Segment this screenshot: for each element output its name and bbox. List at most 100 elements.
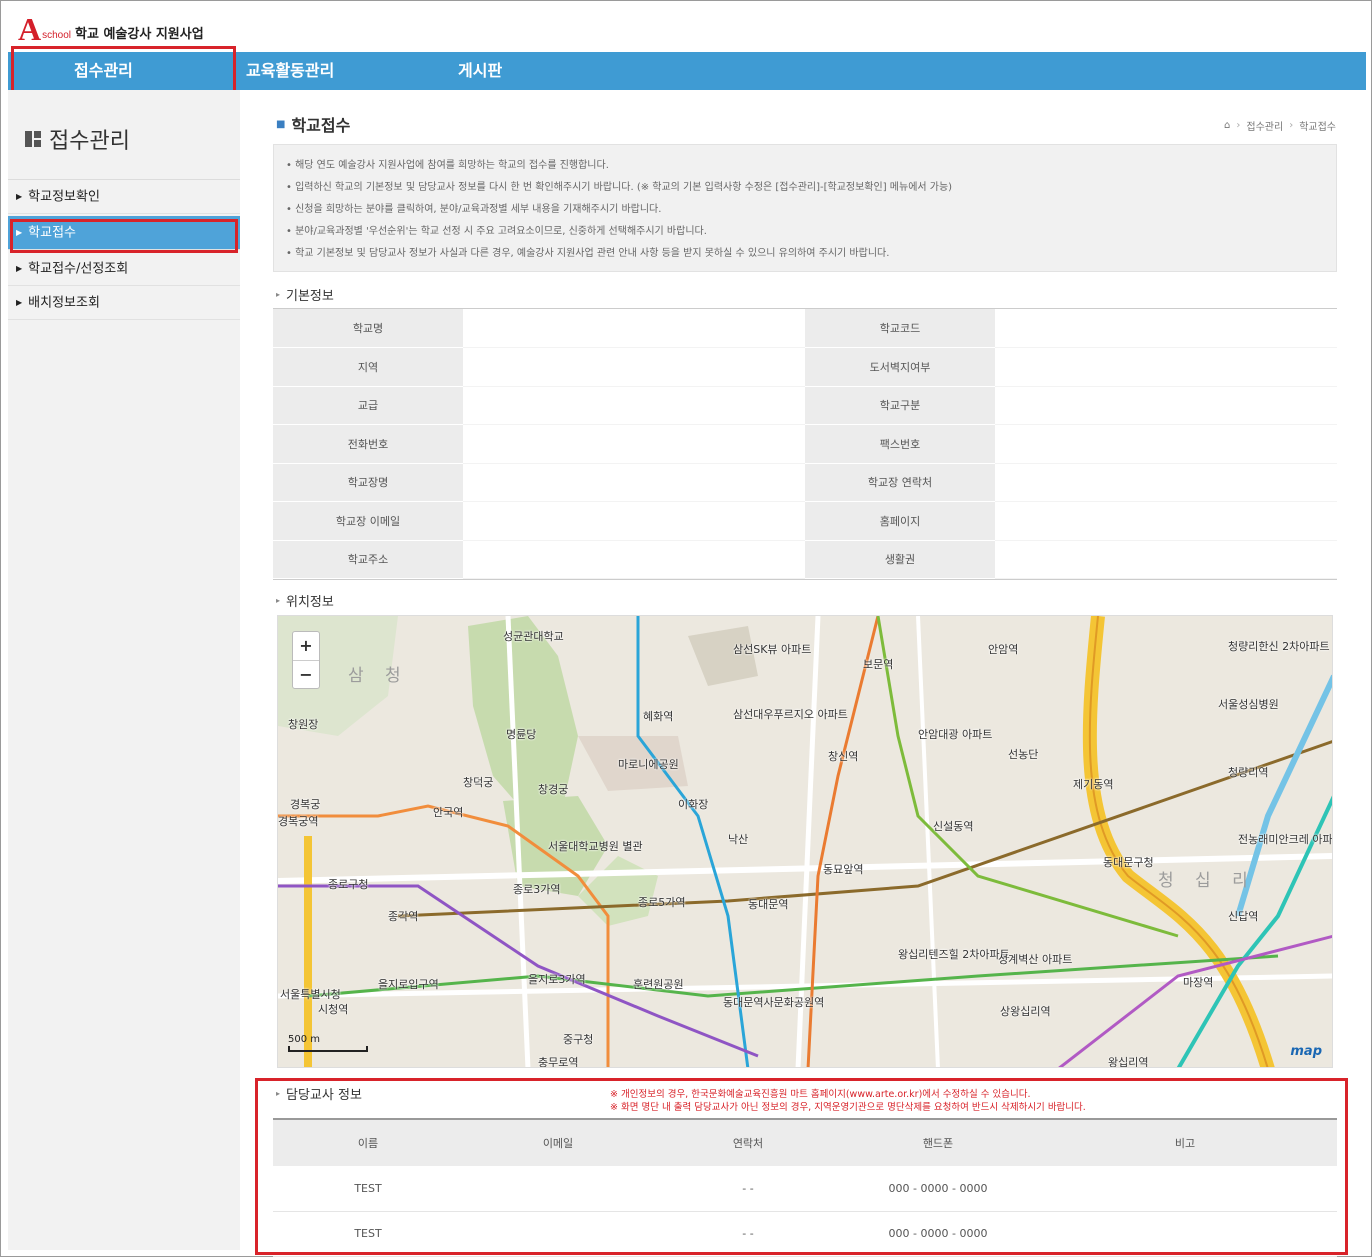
sidebar-item-receipt-lookup[interactable]: ▶ 학교접수/선정조회	[8, 252, 240, 286]
field-value	[463, 501, 805, 541]
map-place-label: 혜화역	[643, 710, 674, 723]
map-place-label: 종로5가역	[638, 896, 686, 909]
map-place-label: 충무로역	[538, 1056, 579, 1068]
section-heading: 담당교사 정보	[286, 1088, 362, 1103]
nav-tab-board[interactable]: 게시판	[458, 52, 502, 90]
map-place-label: 삼선대우푸르지오 아파트	[733, 708, 848, 721]
field-label: 홈페이지	[805, 501, 995, 541]
map-place-label: 서울특별시청	[280, 988, 341, 1001]
table-cell: - -	[653, 1211, 843, 1257]
map-place-label: 상왕십리역	[1000, 1005, 1051, 1018]
basic-info-row: 전화번호 팩스번호	[273, 424, 1337, 464]
logo-title: 학교 예술강사 지원사업	[75, 27, 204, 42]
field-value	[463, 424, 805, 464]
sidebar-item-label: 학교접수/선정조회	[28, 261, 129, 277]
map-place-label: 창경궁	[538, 783, 569, 796]
notice-item: 해당 연도 예술강사 지원사업에 참여를 희망하는 학교의 접수를 진행합니다.	[286, 155, 1324, 177]
field-label: 생활권	[805, 540, 995, 579]
table-cell: 000 - 0000 - 0000	[843, 1166, 1033, 1212]
section-basic-info: ▸ 기본정보	[276, 285, 334, 304]
section-heading: 위치정보	[286, 595, 334, 610]
basic-info-row: 학교장명 학교장 연락처	[273, 463, 1337, 502]
map-place-label: 삼선SK뷰 아파트	[733, 643, 812, 656]
basic-info-row: 지역 도서벽지여부	[273, 347, 1337, 387]
map-place-label: 선농단	[1008, 748, 1039, 761]
field-label: 학교코드	[805, 309, 995, 348]
map-zoom-control: + −	[292, 631, 320, 689]
breadcrumb-item[interactable]: 접수관리	[1246, 118, 1283, 133]
field-value	[463, 309, 805, 348]
table-cell: TEST	[273, 1211, 463, 1257]
map-place-label: 종각역	[388, 910, 419, 923]
page-title-text: 학교접수	[291, 116, 351, 135]
breadcrumb: ⌂ › 접수관리 › 학교접수	[1224, 118, 1336, 133]
col-header: 이메일	[463, 1120, 653, 1166]
map-place-label: 동대문구청	[1103, 856, 1154, 869]
teacher-notes: ※ 개인정보의 경우, 한국문화예술교육진흥원 마트 홈페이지(www.arte…	[610, 1088, 1086, 1114]
arrow-right-icon: ▸	[276, 1089, 281, 1098]
teacher-note: ※ 화면 명단 내 출력 담당교사가 아닌 정보의 경우, 지역운영기관으로 명…	[610, 1102, 1086, 1113]
map-place-label: 경복궁	[290, 798, 321, 811]
teacher-note: ※ 개인정보의 경우, 한국문화예술교육진흥원 마트 홈페이지(www.arte…	[610, 1089, 1031, 1100]
map-place-label: 경복궁역	[278, 815, 319, 828]
field-value	[463, 347, 805, 387]
section-teacher: ▸ 담당교사 정보	[276, 1084, 362, 1103]
col-header: 이름	[273, 1120, 463, 1166]
site-logo[interactable]: A school 학교 예술강사 지원사업	[18, 10, 204, 45]
map-brand-logo: map	[1290, 1044, 1322, 1059]
sidebar-item-label: 배치정보조회	[28, 295, 100, 311]
sidebar-item-school-info[interactable]: ▶ 학교정보확인	[8, 180, 240, 214]
field-value	[995, 540, 1337, 579]
notice-item: 학교 기본정보 및 담당교사 정보가 사실과 다른 경우, 예술강사 지원사업 …	[286, 243, 1324, 265]
table-cell	[1033, 1166, 1337, 1212]
map-place-label: 안암역	[988, 643, 1019, 656]
map-place-label: 동대문역사문화공원역	[723, 996, 825, 1009]
basic-info-row: 학교장 이메일 홈페이지	[273, 501, 1337, 541]
notice-item: 분야/교육과정별 '우선순위'는 학교 선정 시 주요 고려요소이므로, 신중하…	[286, 221, 1324, 243]
notice-item: 입력하신 학교의 기본정보 및 담당교사 정보를 다시 한 번 확인해주시기 바…	[286, 177, 1324, 199]
map-place-label: 왕십리텐즈힐 2차아파트	[898, 948, 1010, 961]
basic-info-row: 학교주소 생활권	[273, 540, 1337, 579]
map-place-label: 전농래미안크레 아파트	[1238, 833, 1333, 846]
map-place-label: 동대문역	[748, 898, 789, 911]
sidebar-item-placement-lookup[interactable]: ▶ 배치정보조회	[8, 286, 240, 320]
field-label: 학교장 이메일	[273, 501, 463, 541]
caret-right-icon: ▶	[16, 298, 23, 307]
map-place-label: 을지로입구역	[378, 978, 439, 991]
basic-info-row: 학교명 학교코드	[273, 309, 1337, 348]
home-icon[interactable]: ⌂	[1224, 120, 1230, 131]
field-label: 지역	[273, 347, 463, 387]
map-place-label: 명륜당	[506, 728, 537, 741]
zoom-in-button[interactable]: +	[293, 632, 319, 660]
map-place-label: 안암대광 아파트	[918, 728, 993, 741]
map-place-label: 성균관대학교	[503, 630, 564, 643]
col-header: 연락처	[653, 1120, 843, 1166]
map-place-label: 낙산	[728, 833, 749, 846]
field-label: 학교구분	[805, 386, 995, 425]
map-place-label: 서울성심병원	[1218, 698, 1279, 711]
basic-info-table: 학교명 학교코드 지역 도서벽지여부 교급 학교구분 전화번호 팩스번호 학교장명 학교장 연락처…	[273, 308, 1337, 580]
table-cell	[463, 1211, 653, 1257]
field-value	[995, 501, 1337, 541]
map-place-label: 성계벽산 아파트	[998, 953, 1073, 966]
map-place-label: 동묘앞역	[823, 863, 864, 876]
field-label: 학교장 연락처	[805, 463, 995, 502]
section-heading: 기본정보	[286, 289, 334, 304]
sidebar: 접수관리 ▶ 학교정보확인 ▶ 학교접수 ▶ 학교접수/선정조회 ▶ 배치정보조회	[8, 90, 240, 1250]
table-cell: 000 - 0000 - 0000	[843, 1211, 1033, 1257]
map-place-label: 창신역	[828, 750, 859, 763]
zoom-out-button[interactable]: −	[293, 660, 319, 688]
map-place-label: 마장역	[1183, 976, 1214, 989]
nav-tab-education[interactable]: 교육활동관리	[246, 52, 334, 90]
field-value	[995, 309, 1337, 348]
map-place-label: 창원장	[288, 718, 319, 731]
table-cell	[463, 1166, 653, 1212]
location-map[interactable]: + − 삼 청 청 십 리 성균관대학교 삼선SK뷰 아파트 보문역 안암역 청량리한신…	[277, 615, 1333, 1068]
table-cell: - -	[653, 1166, 843, 1212]
field-label: 교급	[273, 386, 463, 425]
breadcrumb-item-current: 학교접수	[1299, 122, 1336, 133]
map-place-label: 마로니에공원	[618, 758, 679, 771]
field-value	[995, 386, 1337, 425]
field-label: 학교장명	[273, 463, 463, 502]
field-value	[463, 463, 805, 502]
